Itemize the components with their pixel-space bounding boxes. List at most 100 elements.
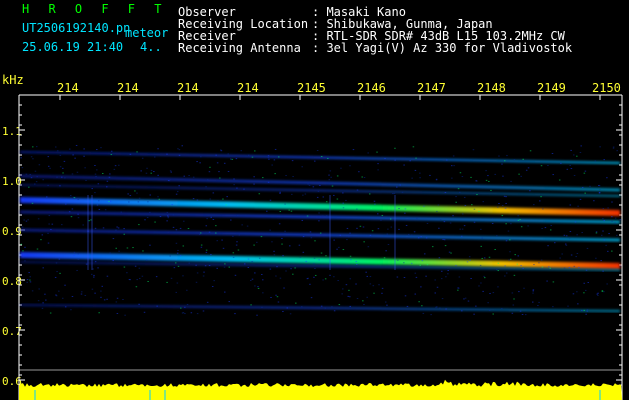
noise-speckle [384,301,387,303]
noise-speckle [36,176,38,178]
noise-speckle [90,273,93,275]
noise-speckle [505,202,507,204]
noise-speckle [516,263,519,265]
noise-speckle [59,272,61,274]
noise-speckle [21,167,24,169]
noise-speckle [50,228,52,230]
noise-speckle [106,275,109,277]
noise-speckle [445,276,447,278]
noise-speckle [325,201,328,203]
noise-speckle [483,275,485,277]
noise-speckle [527,167,530,169]
noise-speckle [403,164,405,166]
noise-speckle [228,266,231,268]
noise-speckle [206,179,209,181]
noise-speckle [55,294,57,296]
noise-speckle [573,265,576,267]
noise-speckle [267,181,270,183]
noise-speckle [24,246,26,248]
noise-speckle [175,291,178,293]
noise-speckle [253,183,255,185]
noise-speckle [518,173,520,175]
noise-speckle [517,219,520,221]
noise-speckle [606,177,608,179]
noise-speckle [256,241,258,243]
noise-speckle [123,233,125,235]
noise-speckle [616,150,618,152]
noise-speckle [178,185,180,187]
noise-speckle [333,310,336,312]
noise-speckle [510,223,512,225]
noise-speckle [457,289,459,291]
noise-speckle [166,220,168,222]
noise-speckle [355,283,357,285]
noise-speckle [240,150,243,152]
noise-speckle [196,199,199,201]
noise-speckle [209,198,211,200]
noise-speckle [215,225,217,227]
noise-speckle [183,220,185,222]
noise-speckle [422,312,425,314]
noise-speckle [586,310,589,312]
noise-speckle [278,223,281,225]
noise-speckle [271,241,273,243]
noise-speckle [288,209,290,211]
noise-speckle [356,208,358,210]
noise-speckle [333,239,335,241]
noise-speckle [138,267,141,269]
noise-speckle [362,226,365,228]
noise-speckle [244,263,246,265]
noise-speckle [71,296,74,298]
noise-speckle [115,247,117,249]
noise-speckle [38,288,40,290]
noise-speckle [144,219,146,221]
noise-speckle [518,291,520,293]
noise-speckle [47,156,50,158]
noise-speckle [475,305,477,307]
noise-speckle [579,198,582,200]
signal-band [20,304,620,312]
noise-speckle [464,204,467,206]
noise-speckle [570,254,573,256]
noise-speckle [547,164,549,166]
noise-speckle [97,200,100,202]
noise-speckle [182,275,184,277]
noise-speckle [122,298,124,300]
noise-speckle [466,261,469,263]
noise-speckle [313,257,316,259]
noise-speckle [578,266,580,268]
noise-speckle [411,177,413,179]
noise-speckle [434,279,436,281]
noise-speckle [253,244,255,246]
noise-speckle [317,190,320,192]
noise-speckle [419,177,421,179]
noise-speckle [290,268,292,270]
noise-speckle [313,263,315,265]
noise-speckle [184,306,186,308]
noise-speckle [581,309,583,311]
noise-speckle [94,261,97,263]
noise-speckle [349,296,351,298]
noise-speckle [55,262,58,264]
noise-speckle [494,173,496,175]
noise-speckle [367,246,370,248]
noise-speckle [70,309,72,311]
noise-speckle [227,153,229,155]
noise-speckle [98,208,101,210]
noise-speckle [216,162,219,164]
noise-speckle [292,273,294,275]
noise-speckle [443,221,446,223]
noise-speckle [480,245,482,247]
noise-speckle [42,179,44,181]
noise-speckle [176,252,179,254]
signal-bands [20,145,622,316]
noise-speckle [397,259,399,261]
noise-speckle [369,234,372,236]
noise-speckle [120,211,123,213]
noise-speckle [459,172,462,174]
noise-speckle [602,270,604,272]
noise-speckle [129,195,132,197]
noise-speckle [236,241,238,243]
noise-speckle [587,281,590,283]
noise-speckle [367,152,369,154]
